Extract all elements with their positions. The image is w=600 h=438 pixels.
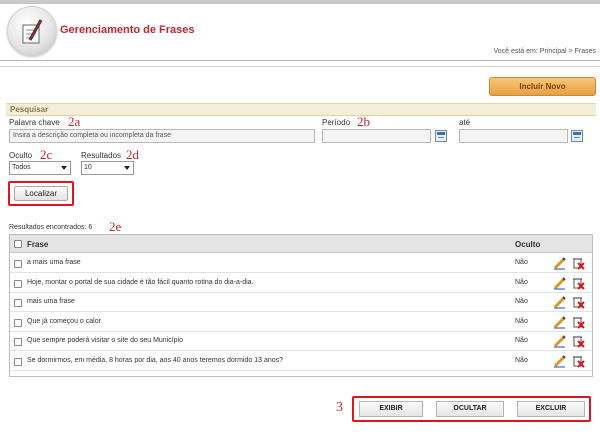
table-row[interactable]: Hoje, montar o portal de sua cidade é tã… [10,274,592,293]
phrase-cell: mais uma frase [27,298,75,305]
breadcrumb: Você está em: Principal > Frases [493,48,596,55]
delete-icon[interactable] [571,276,585,290]
hide-button[interactable]: OCULTAR [436,401,504,417]
annotation-2b: 2b [357,114,370,129]
table-row[interactable]: Se dormirmos, em média, 8 horas por dia,… [10,352,592,371]
results-select-value: 10 [84,164,92,171]
hidden-cell: Não [515,317,528,325]
phrase-cell: Que já começou o calor [27,317,101,325]
hidden-select[interactable]: Todos [9,161,71,175]
edit-icon[interactable] [553,334,567,348]
show-button[interactable]: EXIBIR [359,401,423,417]
top-bar [0,0,600,4]
phrase-cell: Hoje, montar o portal de sua cidade é tã… [27,278,254,286]
hidden-cell: Não [515,337,528,344]
edit-icon[interactable] [553,354,567,368]
row-checkbox[interactable] [14,318,22,327]
page-title: Gerenciamento de Frases [60,24,195,36]
period-end-input[interactable] [459,129,568,143]
header-divider [0,60,600,61]
results-count: Resultados encontrados: 6 [9,224,93,231]
app-logo [7,6,57,56]
row-checkbox[interactable] [14,260,22,268]
delete-icon[interactable] [571,354,585,368]
results-label: Resultados [81,151,122,160]
results-table: Frase Oculto a mais uma frase Não Hoje, mo… [9,234,593,377]
row-checkbox[interactable] [14,338,22,346]
calendar-icon[interactable] [571,130,583,142]
keyword-label: Palavra chave [9,118,60,127]
calendar-icon[interactable] [435,130,447,142]
header-divider-secondary [0,66,600,67]
edit-icon[interactable] [553,295,567,309]
delete-button[interactable]: EXCLUIR [517,401,585,417]
table-row[interactable]: Que já começou o calor Não [10,313,592,332]
select-all-checkbox[interactable] [14,240,22,248]
column-header-phrase: Frase [27,240,49,249]
period-start-input[interactable] [322,129,431,143]
period-label: Período [322,118,351,127]
table-row[interactable]: Que sempre poderá visitar o site do seu … [10,332,592,351]
delete-icon[interactable] [571,256,585,270]
search-button[interactable]: Localizar [14,186,68,201]
results-per-page-select[interactable]: 10 [81,161,134,175]
until-label: até [459,118,471,127]
hidden-cell: Não [515,278,528,286]
edit-icon[interactable] [553,315,567,329]
chevron-down-icon [124,166,130,170]
row-checkbox[interactable] [14,299,22,307]
row-checkbox[interactable] [14,357,22,366]
hidden-cell: Não [515,259,528,266]
hidden-cell: Não [515,298,528,305]
row-checkbox[interactable] [14,279,22,288]
column-header-hidden: Oculto [515,240,541,249]
delete-icon[interactable] [571,295,585,309]
table-row[interactable]: mais uma frase Não [10,293,592,312]
edit-icon[interactable] [553,256,567,270]
phrase-cell: Que sempre poderá visitar o site do seu … [27,337,184,344]
hidden-cell: Não [515,356,528,364]
table-row[interactable]: a mais uma frase Não [10,254,592,273]
add-new-button[interactable]: Incluir Novo [489,77,596,96]
edit-icon[interactable] [553,276,567,290]
search-section-title: Pesquisar [6,103,596,116]
annotation-2a: 2a [68,114,81,129]
keyword-input[interactable]: Insira a descrição completa ou incomplet… [9,129,315,143]
delete-icon[interactable] [571,334,585,348]
annotation-3: 3 [336,400,343,415]
hidden-select-value: Todos [12,164,31,171]
phrase-cell: Se dormirmos, em média, 8 horas por dia,… [27,356,284,364]
table-header: Frase Oculto [10,235,592,253]
chevron-down-icon [61,166,67,170]
delete-icon[interactable] [571,315,585,329]
hidden-label: Oculto [9,151,33,160]
annotation-2e: 2e [109,219,122,234]
phrase-cell: a mais uma frase [27,259,81,266]
